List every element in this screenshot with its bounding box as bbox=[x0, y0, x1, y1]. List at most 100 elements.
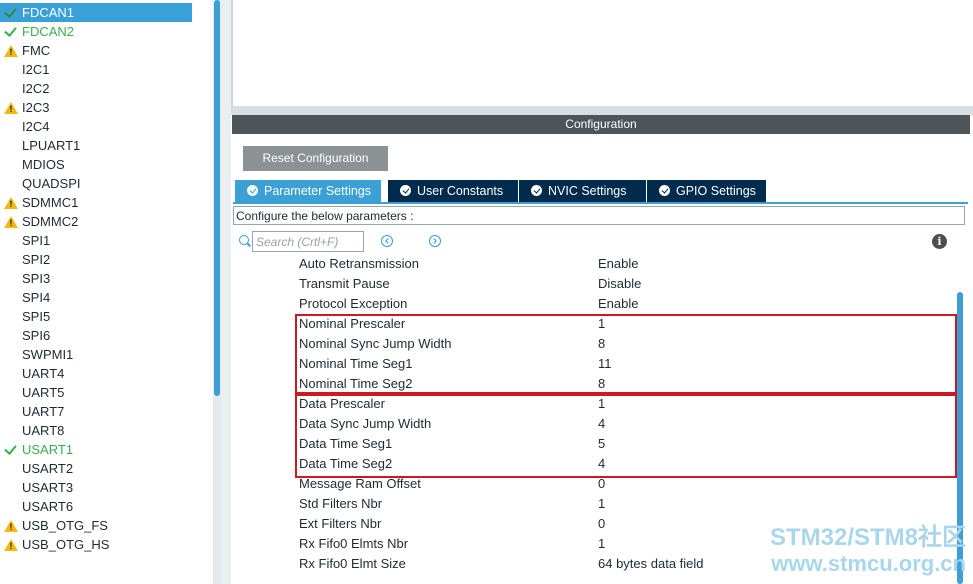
tab-label: Parameter Settings bbox=[264, 184, 371, 198]
watermark-url: www.stmcu.org.cn bbox=[771, 551, 966, 576]
peripheral-label: FDCAN1 bbox=[22, 5, 75, 20]
tab-label: GPIO Settings bbox=[676, 184, 756, 198]
warning-icon bbox=[4, 98, 18, 117]
parameter-value[interactable]: 0 bbox=[598, 514, 605, 534]
parameter-value[interactable]: Disable bbox=[598, 274, 641, 294]
peripheral-item-i2c1[interactable]: I2C1 bbox=[0, 60, 192, 79]
peripheral-label: SWPMI1 bbox=[22, 347, 74, 362]
peripheral-item-mdios[interactable]: MDIOS bbox=[0, 155, 192, 174]
warning-icon bbox=[4, 212, 18, 231]
peripheral-item-usart2[interactable]: USART2 bbox=[0, 459, 192, 478]
parameter-value[interactable]: Enable bbox=[598, 254, 638, 274]
peripheral-label: SDMMC2 bbox=[22, 214, 79, 229]
peripheral-item-spi1[interactable]: SPI1 bbox=[0, 231, 192, 250]
peripheral-scrollbar-thumb[interactable] bbox=[214, 0, 220, 396]
peripheral-label: I2C1 bbox=[22, 62, 50, 77]
parameter-row[interactable]: Protocol Exception Enable bbox=[233, 294, 953, 314]
peripheral-label: USART6 bbox=[22, 499, 74, 514]
peripheral-item-usb-otg-fs[interactable]: USB_OTG_FS bbox=[0, 516, 192, 535]
peripheral-item-spi3[interactable]: SPI3 bbox=[0, 269, 192, 288]
peripheral-item-spi6[interactable]: SPI6 bbox=[0, 326, 192, 345]
peripheral-item-lpuart1[interactable]: LPUART1 bbox=[0, 136, 192, 155]
peripheral-label: USART3 bbox=[22, 480, 74, 495]
configure-description: Configure the below parameters : bbox=[233, 206, 965, 225]
peripheral-label: SDMMC1 bbox=[22, 195, 79, 210]
peripheral-label: USB_OTG_FS bbox=[22, 518, 108, 533]
peripheral-item-sdmmc1[interactable]: SDMMC1 bbox=[0, 193, 192, 212]
peripheral-item-usart3[interactable]: USART3 bbox=[0, 478, 192, 497]
check-icon bbox=[4, 22, 18, 41]
tab-gpio-settings[interactable]: GPIO Settings bbox=[647, 180, 766, 202]
peripheral-item-spi5[interactable]: SPI5 bbox=[0, 307, 192, 326]
peripheral-label: SPI3 bbox=[22, 271, 51, 286]
peripheral-item-fdcan2[interactable]: FDCAN2 bbox=[0, 22, 192, 41]
peripheral-item-spi2[interactable]: SPI2 bbox=[0, 250, 192, 269]
watermark: STM32/STM8社区 www.stmcu.org.cn bbox=[741, 524, 966, 576]
peripheral-item-uart5[interactable]: UART5 bbox=[0, 383, 192, 402]
peripheral-item-uart4[interactable]: UART4 bbox=[0, 364, 192, 383]
peripheral-label: SPI5 bbox=[22, 309, 51, 324]
parameter-name: Rx Fifo0 Elmt Size bbox=[299, 556, 406, 571]
parameter-value[interactable]: Enable bbox=[598, 294, 638, 314]
tab-user-constants[interactable]: User Constants bbox=[388, 180, 518, 202]
peripheral-label: SPI4 bbox=[22, 290, 51, 305]
check-icon bbox=[4, 440, 18, 459]
data-bit-timing-highlight bbox=[295, 394, 957, 478]
peripheral-label: USB_OTG_HS bbox=[22, 537, 110, 552]
watermark-title: STM32/STM8社区 bbox=[769, 524, 966, 551]
check-circle-icon bbox=[659, 185, 670, 196]
peripheral-label: SPI6 bbox=[22, 328, 51, 343]
search-input[interactable] bbox=[252, 231, 364, 252]
peripheral-label: I2C3 bbox=[22, 100, 50, 115]
peripheral-label: USART1 bbox=[22, 442, 74, 457]
parameter-row[interactable]: Std Filters Nbr 1 bbox=[233, 494, 953, 514]
peripheral-list: FDCAN1 FDCAN2 FMC I2C1 I2C2 I2C3 I2C4 LPUART1 MD… bbox=[0, 3, 192, 554]
parameter-value[interactable]: 64 bytes data field bbox=[598, 554, 704, 574]
warning-icon bbox=[4, 41, 18, 60]
warning-icon bbox=[4, 516, 18, 535]
peripheral-item-fmc[interactable]: FMC bbox=[0, 41, 192, 60]
peripheral-label: I2C4 bbox=[22, 119, 50, 134]
peripheral-label: MDIOS bbox=[22, 157, 65, 172]
peripheral-label: USART2 bbox=[22, 461, 74, 476]
search-next-icon[interactable] bbox=[429, 235, 441, 247]
parameter-row[interactable]: Auto Retransmission Enable bbox=[233, 254, 953, 274]
peripheral-item-fdcan1[interactable]: FDCAN1 bbox=[0, 3, 192, 22]
peripheral-item-usb-otg-hs[interactable]: USB_OTG_HS bbox=[0, 535, 192, 554]
peripheral-item-sdmmc2[interactable]: SDMMC2 bbox=[0, 212, 192, 231]
peripheral-item-i2c4[interactable]: I2C4 bbox=[0, 117, 192, 136]
parameter-value[interactable]: 1 bbox=[598, 494, 605, 514]
peripheral-item-uart7[interactable]: UART7 bbox=[0, 402, 192, 421]
mode-pane bbox=[231, 0, 973, 106]
warning-icon bbox=[4, 193, 18, 212]
pane-divider[interactable] bbox=[221, 0, 231, 584]
peripheral-item-quadspi[interactable]: QUADSPI bbox=[0, 174, 192, 193]
parameter-name: Std Filters Nbr bbox=[299, 496, 383, 511]
check-circle-icon bbox=[400, 185, 411, 196]
parameter-value[interactable]: 1 bbox=[598, 534, 605, 554]
peripheral-item-i2c2[interactable]: I2C2 bbox=[0, 79, 192, 98]
peripheral-item-spi4[interactable]: SPI4 bbox=[0, 288, 192, 307]
search-previous-icon[interactable] bbox=[381, 235, 393, 247]
peripheral-item-swpmi1[interactable]: SWPMI1 bbox=[0, 345, 192, 364]
peripheral-scrollbar[interactable] bbox=[213, 0, 221, 584]
peripheral-item-usart1[interactable]: USART1 bbox=[0, 440, 192, 459]
parameter-name: Transmit Pause bbox=[299, 276, 390, 291]
info-icon[interactable]: i bbox=[932, 234, 947, 249]
pane-splitter[interactable] bbox=[231, 106, 973, 115]
check-circle-icon bbox=[531, 185, 542, 196]
reset-configuration-button[interactable]: Reset Configuration bbox=[243, 146, 388, 171]
peripheral-item-usart6[interactable]: USART6 bbox=[0, 497, 192, 516]
check-circle-icon bbox=[247, 185, 258, 196]
parameter-row[interactable]: Transmit Pause Disable bbox=[233, 274, 953, 294]
parameter-name: Rx Fifo0 Elmts Nbr bbox=[299, 536, 409, 551]
peripheral-label: UART7 bbox=[22, 404, 65, 419]
peripheral-label: FDCAN2 bbox=[22, 24, 75, 39]
tab-label: User Constants bbox=[417, 184, 504, 198]
peripheral-item-uart8[interactable]: UART8 bbox=[0, 421, 192, 440]
tab-nvic-settings[interactable]: NVIC Settings bbox=[519, 180, 646, 202]
peripheral-label: I2C2 bbox=[22, 81, 50, 96]
tab-parameter-settings[interactable]: Parameter Settings bbox=[235, 180, 381, 202]
parameter-name: Protocol Exception bbox=[299, 296, 408, 311]
peripheral-item-i2c3[interactable]: I2C3 bbox=[0, 98, 192, 117]
